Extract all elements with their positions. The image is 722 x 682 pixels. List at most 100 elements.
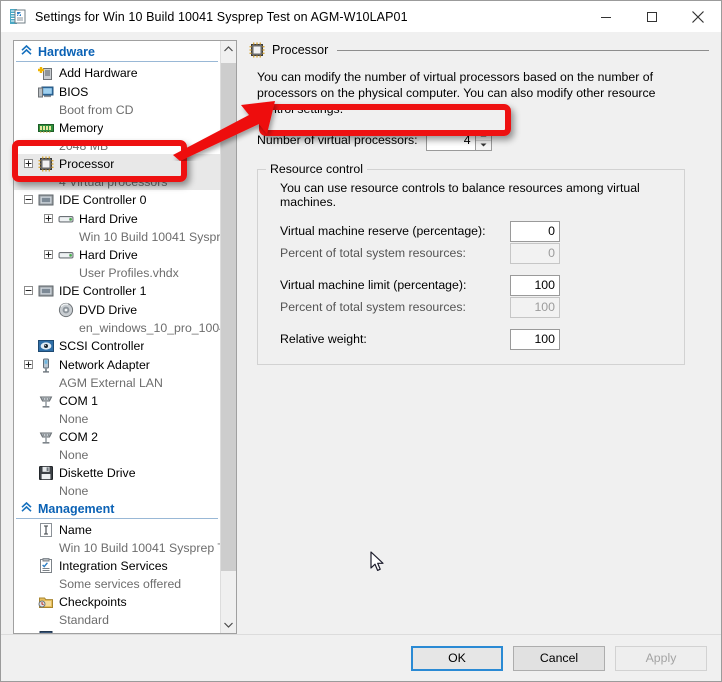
resource-label-virtual-machine-reserve-percentage-0: Virtual machine reserve (percentage): — [280, 224, 486, 238]
resource-input-virtual-machine-limit-percentage-2[interactable]: 100 — [510, 274, 560, 296]
resource-label-percent-of-total-system-resources-1: Percent of total system resources: — [280, 246, 466, 260]
tree-group-management[interactable]: Management — [16, 499, 218, 519]
minimize-button[interactable] — [583, 2, 629, 32]
dialog-body: Hardware Add Hardware BIOS Boot from CD Memo… — [1, 32, 721, 634]
tree-item-label: IDE Controller 0 — [59, 192, 147, 207]
processor-icon — [38, 156, 54, 172]
resource-input-relative-weight-4[interactable]: 100 — [510, 328, 560, 350]
network-adapter-icon — [38, 357, 54, 373]
virtual-processors-input[interactable]: 4 — [425, 129, 476, 151]
resource-row-relative-weight-4: Relative weight: 100 — [280, 328, 674, 350]
close-button[interactable] — [675, 2, 721, 32]
collapse-icon[interactable] — [18, 286, 38, 295]
tree-item-diskette-drive[interactable]: Diskette Drive — [14, 463, 220, 482]
dvd-drive-icon — [58, 302, 74, 318]
expand-icon[interactable] — [38, 250, 58, 259]
resource-label-percent-of-total-system-resources-3: Percent of total system resources: — [280, 300, 466, 314]
tree-group-label: Hardware — [38, 44, 95, 59]
mouse-cursor — [370, 551, 386, 573]
tree-item-label: Memory — [59, 120, 104, 135]
tree-item-smart-paging-file-location[interactable]: Smart Paging File Location — [14, 628, 220, 633]
tree-item-processor[interactable]: Processor — [14, 154, 220, 173]
scrollbar-track[interactable] — [221, 57, 236, 617]
tree-item-sublabel-processor: 4 Virtual processors — [14, 173, 220, 190]
com-port-icon — [38, 429, 54, 445]
bios-icon — [38, 84, 54, 100]
integration-services-icon — [38, 557, 54, 574]
tree-item-memory[interactable]: Memory — [14, 118, 220, 137]
tree-item-label: BIOS — [59, 84, 89, 99]
tree-item-checkpoints[interactable]: Checkpoints — [14, 592, 220, 611]
resource-control-group: Resource control You can use resource co… — [257, 162, 685, 365]
tree-item-sublabel-diskette-drive: None — [59, 483, 89, 498]
tree-item-label: Processor — [59, 156, 115, 171]
com-port-icon — [38, 393, 54, 409]
scroll-up-button[interactable] — [221, 41, 236, 57]
expand-icon[interactable] — [38, 214, 58, 223]
tree-item-com-2[interactable]: COM 2 — [14, 427, 220, 446]
virtual-processors-row: Number of virtual processors: 4 — [257, 129, 711, 151]
cancel-button[interactable]: Cancel — [513, 645, 605, 671]
tree-item-dvd-drive[interactable]: DVD Drive — [14, 300, 220, 319]
virtual-processors-stepper[interactable]: 4 — [425, 129, 492, 151]
maximize-button[interactable] — [629, 2, 675, 32]
tree-item-ide-controller-1[interactable]: IDE Controller 1 — [14, 281, 220, 300]
tree-item-com-1[interactable]: COM 1 — [14, 391, 220, 410]
tree-item-hard-drive[interactable]: Hard Drive — [14, 245, 220, 264]
resource-row-percent-of-total-system-resources-1: Percent of total system resources: 0 — [280, 242, 674, 264]
virtual-processors-label: Number of virtual processors: — [257, 133, 418, 147]
diskette-drive-icon — [38, 465, 54, 481]
panel-title: Processor — [272, 43, 329, 57]
hardware-tree[interactable]: Hardware Add Hardware BIOS Boot from CD Memo… — [14, 41, 220, 633]
ok-button[interactable]: OK — [411, 645, 503, 671]
tree-item-hard-drive[interactable]: Hard Drive — [14, 209, 220, 228]
scrollbar-thumb[interactable] — [221, 63, 236, 571]
expand-icon[interactable] — [18, 360, 38, 369]
panel-header: Processor — [249, 40, 711, 60]
resource-input-virtual-machine-reserve-percentage-0[interactable]: 0 — [510, 220, 560, 242]
tree-item-label: IDE Controller 1 — [59, 283, 147, 298]
name-text-icon — [38, 522, 54, 538]
tree-item-bios[interactable]: BIOS — [14, 82, 220, 101]
tree-item-sublabel-bios: Boot from CD — [59, 102, 134, 117]
spinner-down-icon[interactable] — [476, 141, 491, 150]
tree-item-network-adapter[interactable]: Network Adapter — [14, 355, 220, 374]
resource-label-relative-weight-4: Relative weight: — [280, 332, 367, 346]
chevron-double-up-icon[interactable] — [18, 44, 34, 59]
resource-control-description: You can use resource controls to balance… — [280, 181, 640, 209]
chevron-double-up-icon[interactable] — [18, 501, 34, 516]
panel-description: You can modify the number of virtual pro… — [257, 70, 656, 116]
tree-item-scsi-controller[interactable]: SCSI Controller — [14, 336, 220, 355]
tree-item-name[interactable]: Name — [14, 520, 220, 539]
collapse-icon[interactable] — [18, 195, 38, 204]
tree-group-hardware[interactable]: Hardware — [16, 42, 218, 62]
title-bar: Settings for Win 10 Build 10041 Sysprep … — [1, 1, 721, 32]
processor-settings-panel: Processor You can modify the number of v… — [247, 40, 711, 634]
virtual-processors-spinner[interactable] — [475, 129, 492, 151]
tree-item-label: COM 1 — [59, 393, 98, 408]
resource-row-virtual-machine-reserve-percentage-0: Virtual machine reserve (percentage): 0 — [280, 220, 674, 242]
hard-drive-icon — [58, 211, 74, 227]
resource-input-percent-of-total-system-resources-3: 100 — [510, 296, 560, 318]
tree-item-add-hardware[interactable]: Add Hardware — [14, 63, 220, 82]
scsi-controller-icon — [38, 338, 54, 354]
tree-scrollbar[interactable] — [220, 41, 236, 633]
settings-document-icon — [10, 8, 27, 25]
tree-item-label: Add Hardware — [59, 65, 138, 80]
processor-icon — [249, 42, 265, 58]
tree-item-sublabel-dvd-drive: en_windows_10_pro_1004… — [79, 320, 220, 335]
resource-row-virtual-machine-limit-percentage-2: Virtual machine limit (percentage): 100 — [280, 274, 674, 296]
resource-row-percent-of-total-system-resources-3: Percent of total system resources: 100 — [280, 296, 674, 318]
tree-item-integration-services[interactable]: Integration Services — [14, 556, 220, 575]
smart-paging-icon — [38, 630, 54, 633]
hardware-tree-panel: Hardware Add Hardware BIOS Boot from CD Memo… — [13, 40, 237, 634]
spinner-up-icon[interactable] — [475, 131, 491, 141]
expand-icon[interactable] — [18, 159, 38, 168]
tree-item-label: Hard Drive — [79, 211, 138, 226]
tree-item-sublabel-checkpoints: Standard — [59, 612, 109, 627]
tree-item-ide-controller-0[interactable]: IDE Controller 0 — [14, 190, 220, 209]
window-controls — [583, 2, 721, 32]
tree-item-sublabel-name: Win 10 Build 10041 Sysprep Test — [59, 540, 220, 555]
add-hardware-icon — [38, 65, 54, 81]
scroll-down-button[interactable] — [221, 617, 236, 633]
